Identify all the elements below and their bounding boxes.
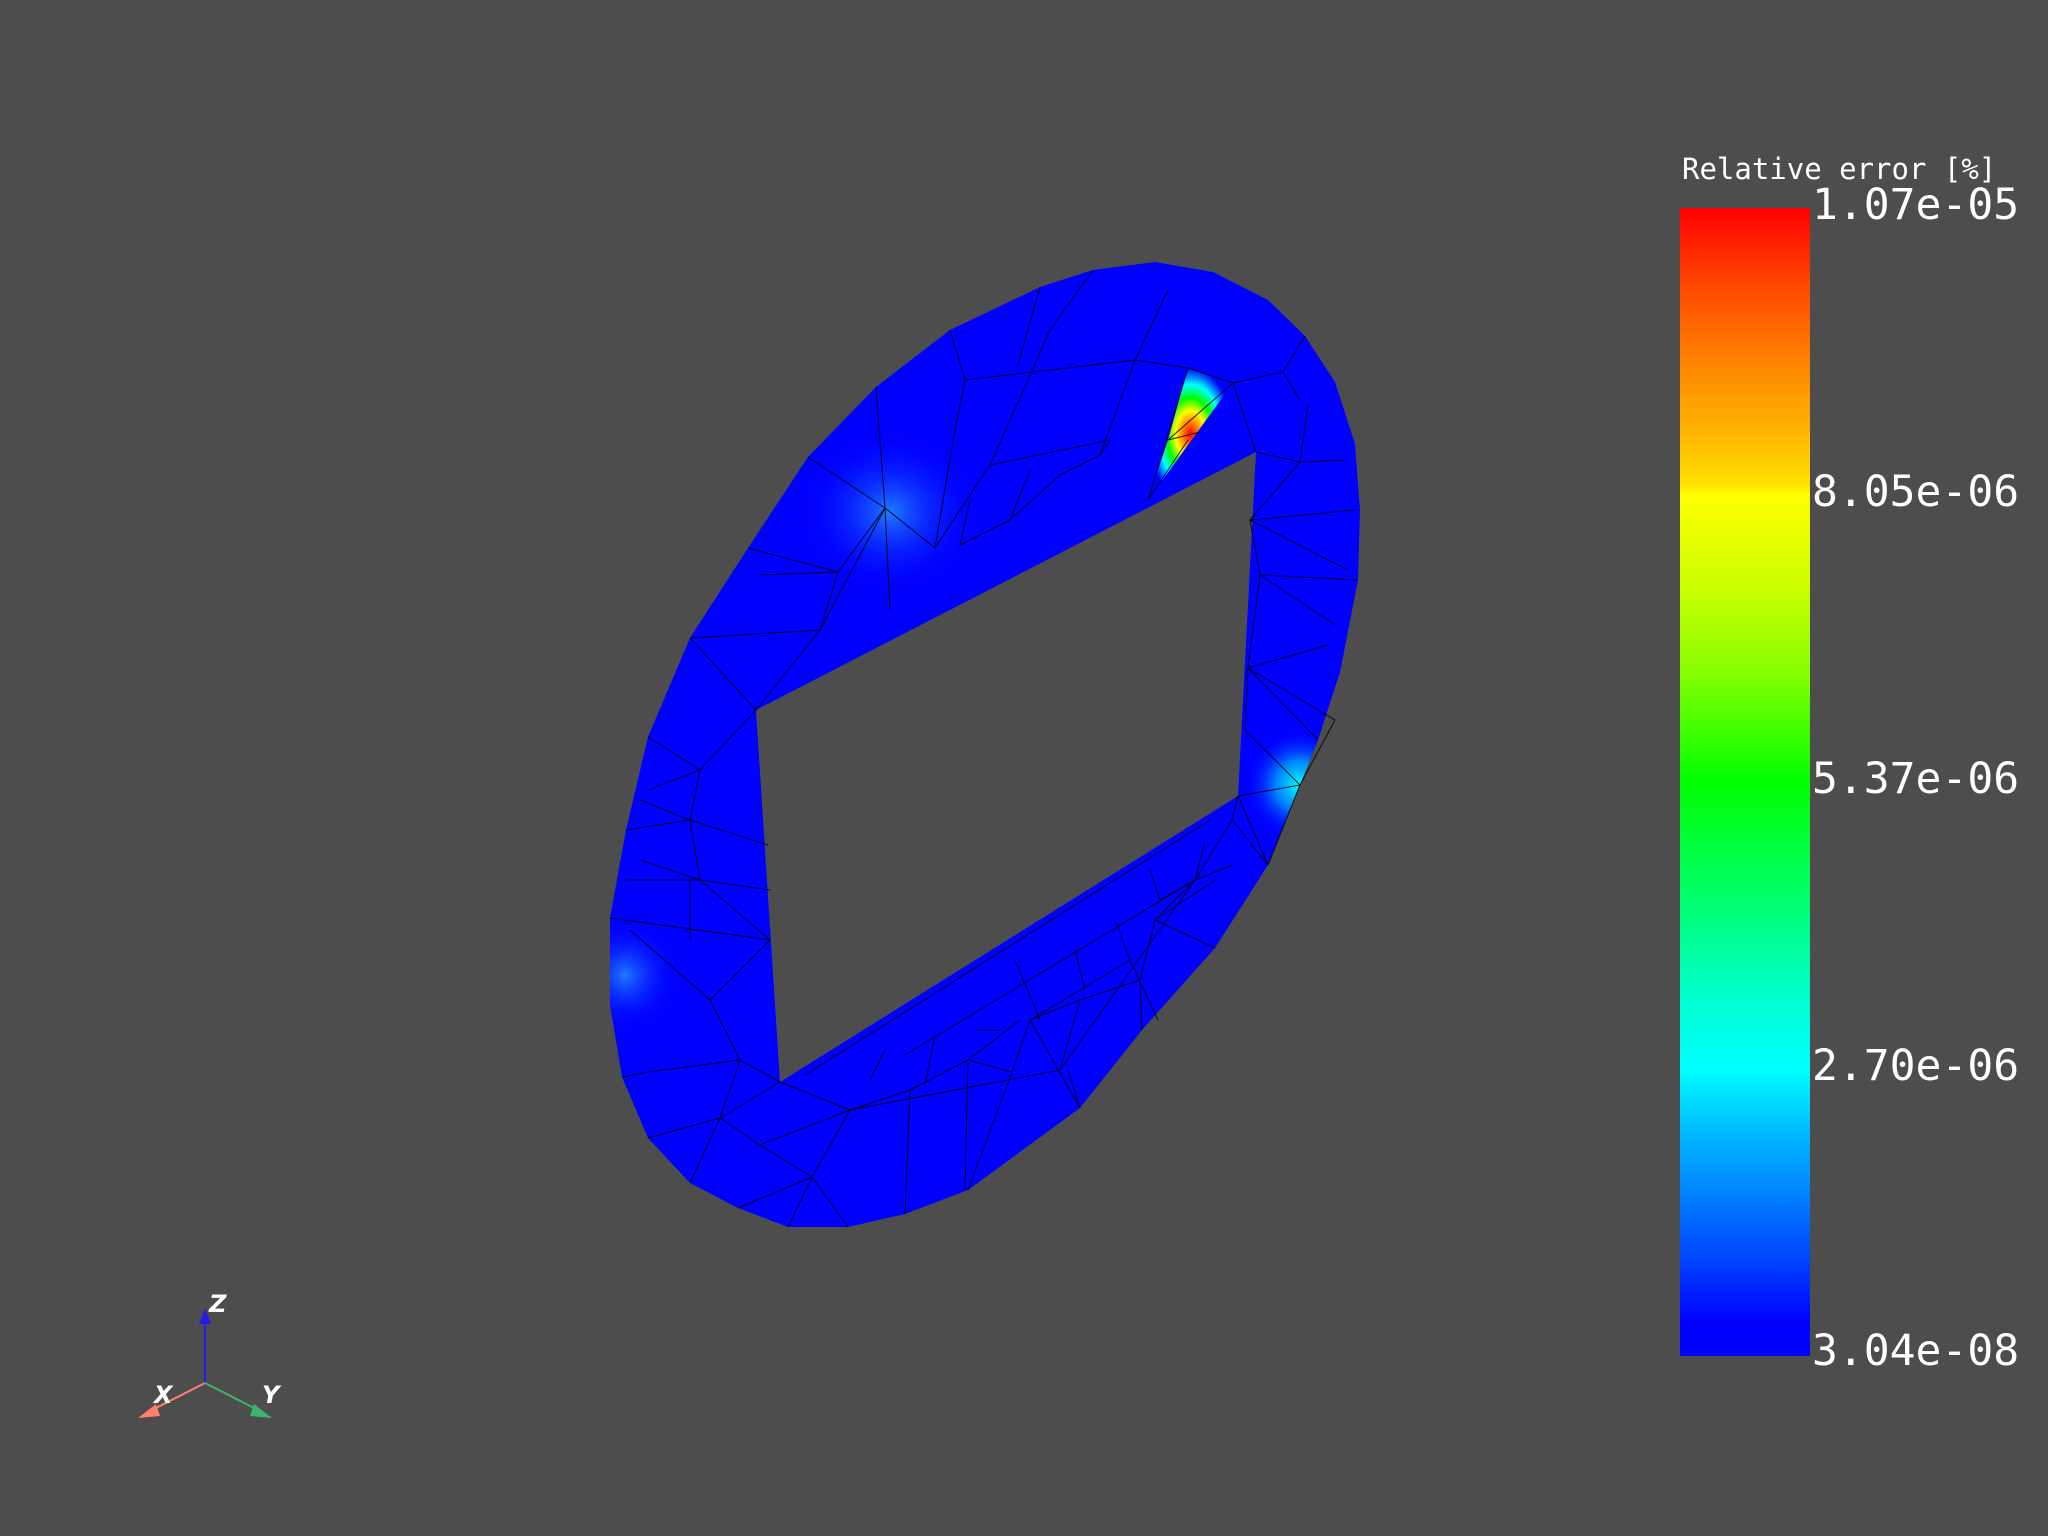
scalar-bar-label-2: 8.05e-06 — [1812, 467, 2020, 517]
scalar-bar-label-min: 3.04e-08 — [1812, 1326, 2020, 1376]
z-axis-label: Z — [208, 1290, 227, 1318]
x-axis: X — [138, 1381, 206, 1418]
scalar-bar-label-max: 1.07e-05 — [1812, 180, 2020, 230]
soft-hotspot-left — [610, 920, 680, 1030]
x-axis-label: X — [152, 1381, 174, 1409]
z-axis: Z — [199, 1290, 227, 1383]
mesh-ring — [609, 262, 1360, 1228]
scalar-bar-label-3: 5.37e-06 — [1812, 754, 2020, 804]
y-axis: Y — [204, 1381, 282, 1418]
scalar-bar-gradient — [1680, 208, 1810, 1356]
scalar-bar-label-4: 2.70e-06 — [1812, 1041, 2020, 1091]
y-axis-label: Y — [262, 1381, 282, 1409]
orientation-axes: Z X Y — [138, 1290, 282, 1418]
